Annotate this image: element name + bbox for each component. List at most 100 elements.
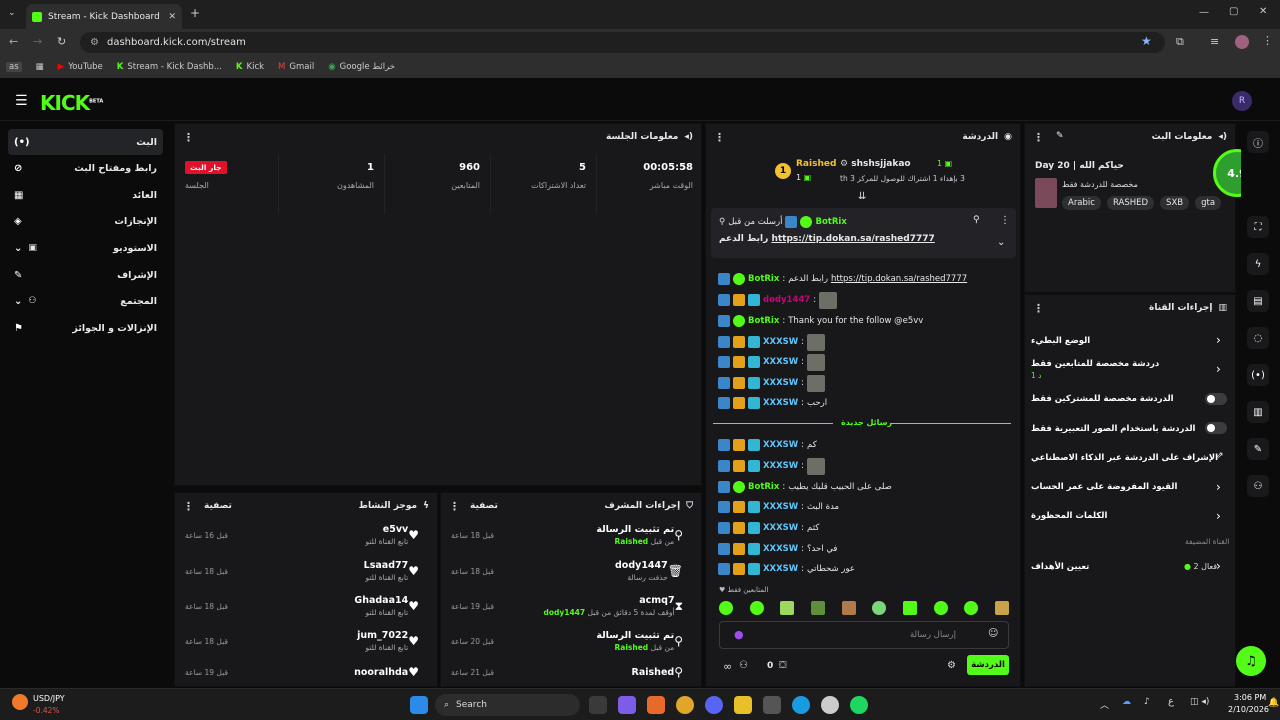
- bookmark-as[interactable]: as: [6, 62, 22, 72]
- people-icon[interactable]: ⚇: [739, 660, 748, 671]
- chat-username[interactable]: XXXSW: [763, 378, 798, 388]
- pinned-user[interactable]: BotRix: [815, 217, 846, 227]
- chevron-right-icon[interactable]: ›: [1216, 480, 1221, 494]
- new-tab-icon[interactable]: +: [190, 6, 200, 20]
- emote-icon[interactable]: [810, 601, 825, 615]
- chat-username[interactable]: dody1447: [763, 295, 810, 305]
- scan-icon[interactable]: ⛶: [1247, 216, 1269, 238]
- sidebar-item-drops[interactable]: الإنزالات و الجوائز ⚑: [8, 315, 163, 341]
- discord-icon[interactable]: [705, 696, 723, 714]
- mic-icon[interactable]: ●: [734, 628, 744, 641]
- chat-username[interactable]: BotRix: [748, 482, 779, 492]
- reload-icon[interactable]: ↻: [57, 35, 66, 48]
- tag[interactable]: gta: [1195, 196, 1222, 210]
- more-options-icon[interactable]: ⋮: [183, 131, 194, 144]
- chat-username[interactable]: BotRix: [748, 274, 779, 284]
- tag[interactable]: SXB: [1160, 196, 1190, 210]
- input-language[interactable]: ع: [1168, 696, 1174, 707]
- emote-icon[interactable]: [780, 601, 795, 615]
- activity-username[interactable]: jum_7022: [357, 630, 408, 641]
- gift-icon[interactable]: ⛋: [779, 660, 787, 671]
- chat-icon[interactable]: ◌: [1247, 327, 1269, 349]
- bolt-icon[interactable]: ϟ: [1247, 253, 1269, 275]
- address-bar[interactable]: ⚙ dashboard.kick.com/stream: [80, 32, 1165, 53]
- chevron-down-icon[interactable]: ⌄: [997, 237, 1005, 248]
- user-avatar[interactable]: R: [1232, 91, 1252, 111]
- sidebar-item-stream-key[interactable]: رابط ومفتاح البث ⊘: [8, 155, 163, 181]
- mod-action-title[interactable]: dody1447: [615, 560, 668, 571]
- tray-chevron-icon[interactable]: ︿: [1100, 698, 1109, 711]
- subscribers-only-toggle[interactable]: [1205, 393, 1227, 405]
- store-icon[interactable]: [763, 696, 781, 714]
- chat-send-button[interactable]: الدردشة: [967, 655, 1009, 675]
- emote-icon[interactable]: [719, 601, 733, 615]
- mic-tray-icon[interactable]: ♪: [1144, 697, 1150, 707]
- ticker-name[interactable]: USD/JPY: [33, 694, 65, 703]
- emote-icon[interactable]: [902, 601, 917, 615]
- chat-username[interactable]: XXXSW: [763, 461, 798, 471]
- emoji-icon[interactable]: ☺: [988, 628, 998, 639]
- more-options-icon[interactable]: ⋮: [1033, 302, 1044, 315]
- bookmark-gmail[interactable]: M Gmail: [278, 62, 314, 72]
- chat-username[interactable]: XXXSW: [763, 523, 798, 533]
- wrench-icon[interactable]: ✎: [1247, 438, 1269, 460]
- bookmark-star-icon[interactable]: ★: [1141, 34, 1152, 48]
- mod-action-title[interactable]: acmq7: [543, 595, 674, 606]
- expand-leaderboard-icon[interactable]: ⇊: [858, 191, 866, 202]
- banned-words-label[interactable]: الكلمات المحظورة: [1031, 511, 1107, 521]
- emote-icon[interactable]: [964, 601, 979, 615]
- profile-icon[interactable]: [1235, 35, 1249, 49]
- window-close-icon[interactable]: ✕: [1259, 6, 1267, 17]
- top-user-2[interactable]: ⚙ shshsjjakao: [840, 159, 911, 169]
- emote-icon[interactable]: [841, 601, 856, 615]
- ai-moderation-label[interactable]: الإشراف على الدردشة عبر الذكاء الاصطناعي: [1031, 453, 1218, 463]
- chrome-icon[interactable]: [676, 696, 694, 714]
- site-info-icon[interactable]: ⚙: [90, 37, 99, 48]
- info-icon[interactable]: ⓘ: [1247, 131, 1269, 153]
- more-options-icon[interactable]: ⋮: [1033, 131, 1044, 144]
- sidebar-item-community[interactable]: المجتمع ⚇ ⌄: [8, 288, 163, 314]
- notification-icon[interactable]: 🔔: [1268, 698, 1279, 708]
- tag[interactable]: RASHED: [1106, 196, 1155, 210]
- external-link-icon[interactable]: ⇗: [1216, 451, 1224, 461]
- followers-only-label[interactable]: دردشة مخصصة للمتابعين فقط: [1031, 359, 1159, 369]
- emote-icon[interactable]: [749, 601, 764, 615]
- tab-list-icon[interactable]: ⌄: [8, 8, 16, 18]
- sidebar-item-achievements[interactable]: الإنجازات ◈: [8, 208, 163, 234]
- chevron-right-icon[interactable]: ›: [1216, 509, 1221, 523]
- menu-icon[interactable]: ⋮: [1262, 34, 1273, 47]
- infinity-icon[interactable]: ∞: [723, 660, 732, 673]
- broadcast-icon[interactable]: (•): [1247, 364, 1269, 386]
- emote-icon[interactable]: [872, 601, 887, 615]
- tag[interactable]: Arabic: [1062, 196, 1101, 210]
- chat-link[interactable]: https://tip.dokan.sa/rashed7777: [831, 274, 967, 284]
- extensions-icon[interactable]: ⧉: [1176, 35, 1184, 49]
- layers-icon[interactable]: ▥: [1247, 401, 1269, 423]
- sidebar-item-moderation[interactable]: الإشراف ✎: [8, 262, 163, 288]
- emote-icon[interactable]: [933, 601, 948, 615]
- app-icon[interactable]: [647, 696, 665, 714]
- browser-tab[interactable]: Stream - Kick Dashboard ✕: [26, 4, 182, 29]
- sidebar-item-stream[interactable]: البث (•): [8, 129, 163, 155]
- chat-username[interactable]: XXXSW: [763, 357, 798, 367]
- chat-username[interactable]: XXXSW: [763, 398, 798, 408]
- mod-action-user[interactable]: dody1447: [543, 608, 585, 617]
- bookmark-kick[interactable]: K Kick: [236, 62, 264, 72]
- apps-icon[interactable]: ▦: [36, 62, 44, 72]
- close-tab-icon[interactable]: ✕: [168, 12, 176, 22]
- slow-mode-label[interactable]: الوضع البطيء: [1031, 336, 1090, 346]
- chat-username[interactable]: XXXSW: [763, 544, 798, 554]
- top-user-1[interactable]: Raished: [796, 159, 836, 169]
- bookmark-stream[interactable]: K Stream - Kick Dashb...: [117, 62, 222, 72]
- account-age-label[interactable]: القيود المفروضة على عمر الحساب: [1031, 482, 1177, 492]
- activity-username[interactable]: e5vv: [365, 524, 408, 535]
- support-headset-icon[interactable]: ♫: [1236, 646, 1266, 676]
- activity-username[interactable]: Lsaad77: [364, 560, 409, 571]
- filter-button[interactable]: تصفية: [204, 501, 232, 511]
- minimize-icon[interactable]: —: [1199, 7, 1209, 18]
- activity-username[interactable]: nooralhda: [354, 667, 408, 678]
- edge-icon[interactable]: [792, 696, 810, 714]
- emote-only-toggle[interactable]: [1205, 422, 1227, 434]
- mod-action-user[interactable]: Raished: [615, 643, 649, 652]
- task-view-icon[interactable]: [589, 696, 607, 714]
